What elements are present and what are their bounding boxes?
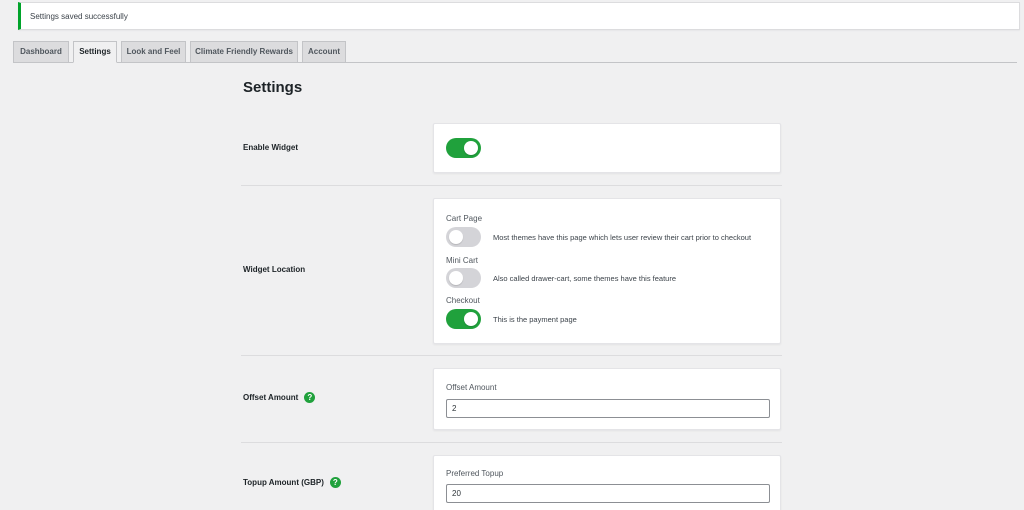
topup-amount-input[interactable] (446, 484, 770, 503)
offset-amount-field-label: Offset Amount (446, 383, 497, 392)
help-icon[interactable]: ? (304, 392, 316, 403)
tab-account[interactable]: Account (302, 41, 346, 63)
widget-location-label-text: Widget Location (243, 265, 306, 274)
divider (241, 442, 782, 443)
topup-amount-label: Topup Amount (GBP) ? (243, 477, 341, 488)
topup-amount-label-text: Topup Amount (GBP) (243, 478, 324, 487)
checkout-description: This is the payment page (493, 315, 577, 324)
offset-amount-card: Offset Amount (433, 368, 781, 430)
tab-settings[interactable]: Settings (73, 41, 117, 63)
page-title: Settings (243, 79, 303, 96)
offset-amount-input[interactable] (446, 399, 770, 418)
topup-amount-card: Preferred Topup (433, 455, 781, 510)
cart-page-title: Cart Page (446, 214, 483, 223)
divider (241, 355, 782, 356)
tab-dashboard[interactable]: Dashboard (13, 41, 69, 63)
toggle-knob (449, 271, 463, 285)
success-notice: Settings saved successfully (18, 2, 1020, 30)
tab-climate-friendly-rewards[interactable]: Climate Friendly Rewards (190, 41, 298, 63)
offset-amount-label: Offset Amount ? (243, 392, 316, 403)
enable-widget-card (433, 123, 781, 173)
widget-location-label: Widget Location (243, 265, 305, 274)
tab-look-and-feel[interactable]: Look and Feel (121, 41, 186, 63)
widget-location-card: Cart Page Most themes have this page whi… (433, 198, 781, 344)
topup-amount-field-label: Preferred Topup (446, 469, 504, 478)
offset-amount-label-text: Offset Amount (243, 393, 299, 402)
enable-widget-label: Enable Widget (243, 143, 298, 152)
enable-widget-toggle[interactable] (446, 138, 481, 158)
mini-cart-title: Mini Cart (446, 256, 479, 265)
checkout-title: Checkout (446, 296, 480, 305)
toggle-knob (464, 312, 478, 326)
notice-text: Settings saved successfully (30, 12, 128, 21)
enable-widget-label-text: Enable Widget (243, 143, 299, 152)
settings-tabs: Dashboard Settings Look and Feel Climate… (13, 41, 1017, 63)
cart-page-toggle[interactable] (446, 227, 481, 247)
help-icon[interactable]: ? (329, 477, 341, 488)
mini-cart-description: Also called drawer-cart, some themes hav… (493, 274, 676, 283)
divider (241, 185, 782, 186)
toggle-knob (464, 141, 478, 155)
checkout-toggle[interactable] (446, 309, 481, 329)
cart-page-description: Most themes have this page which lets us… (493, 233, 752, 242)
toggle-knob (449, 230, 463, 244)
mini-cart-toggle[interactable] (446, 268, 481, 288)
